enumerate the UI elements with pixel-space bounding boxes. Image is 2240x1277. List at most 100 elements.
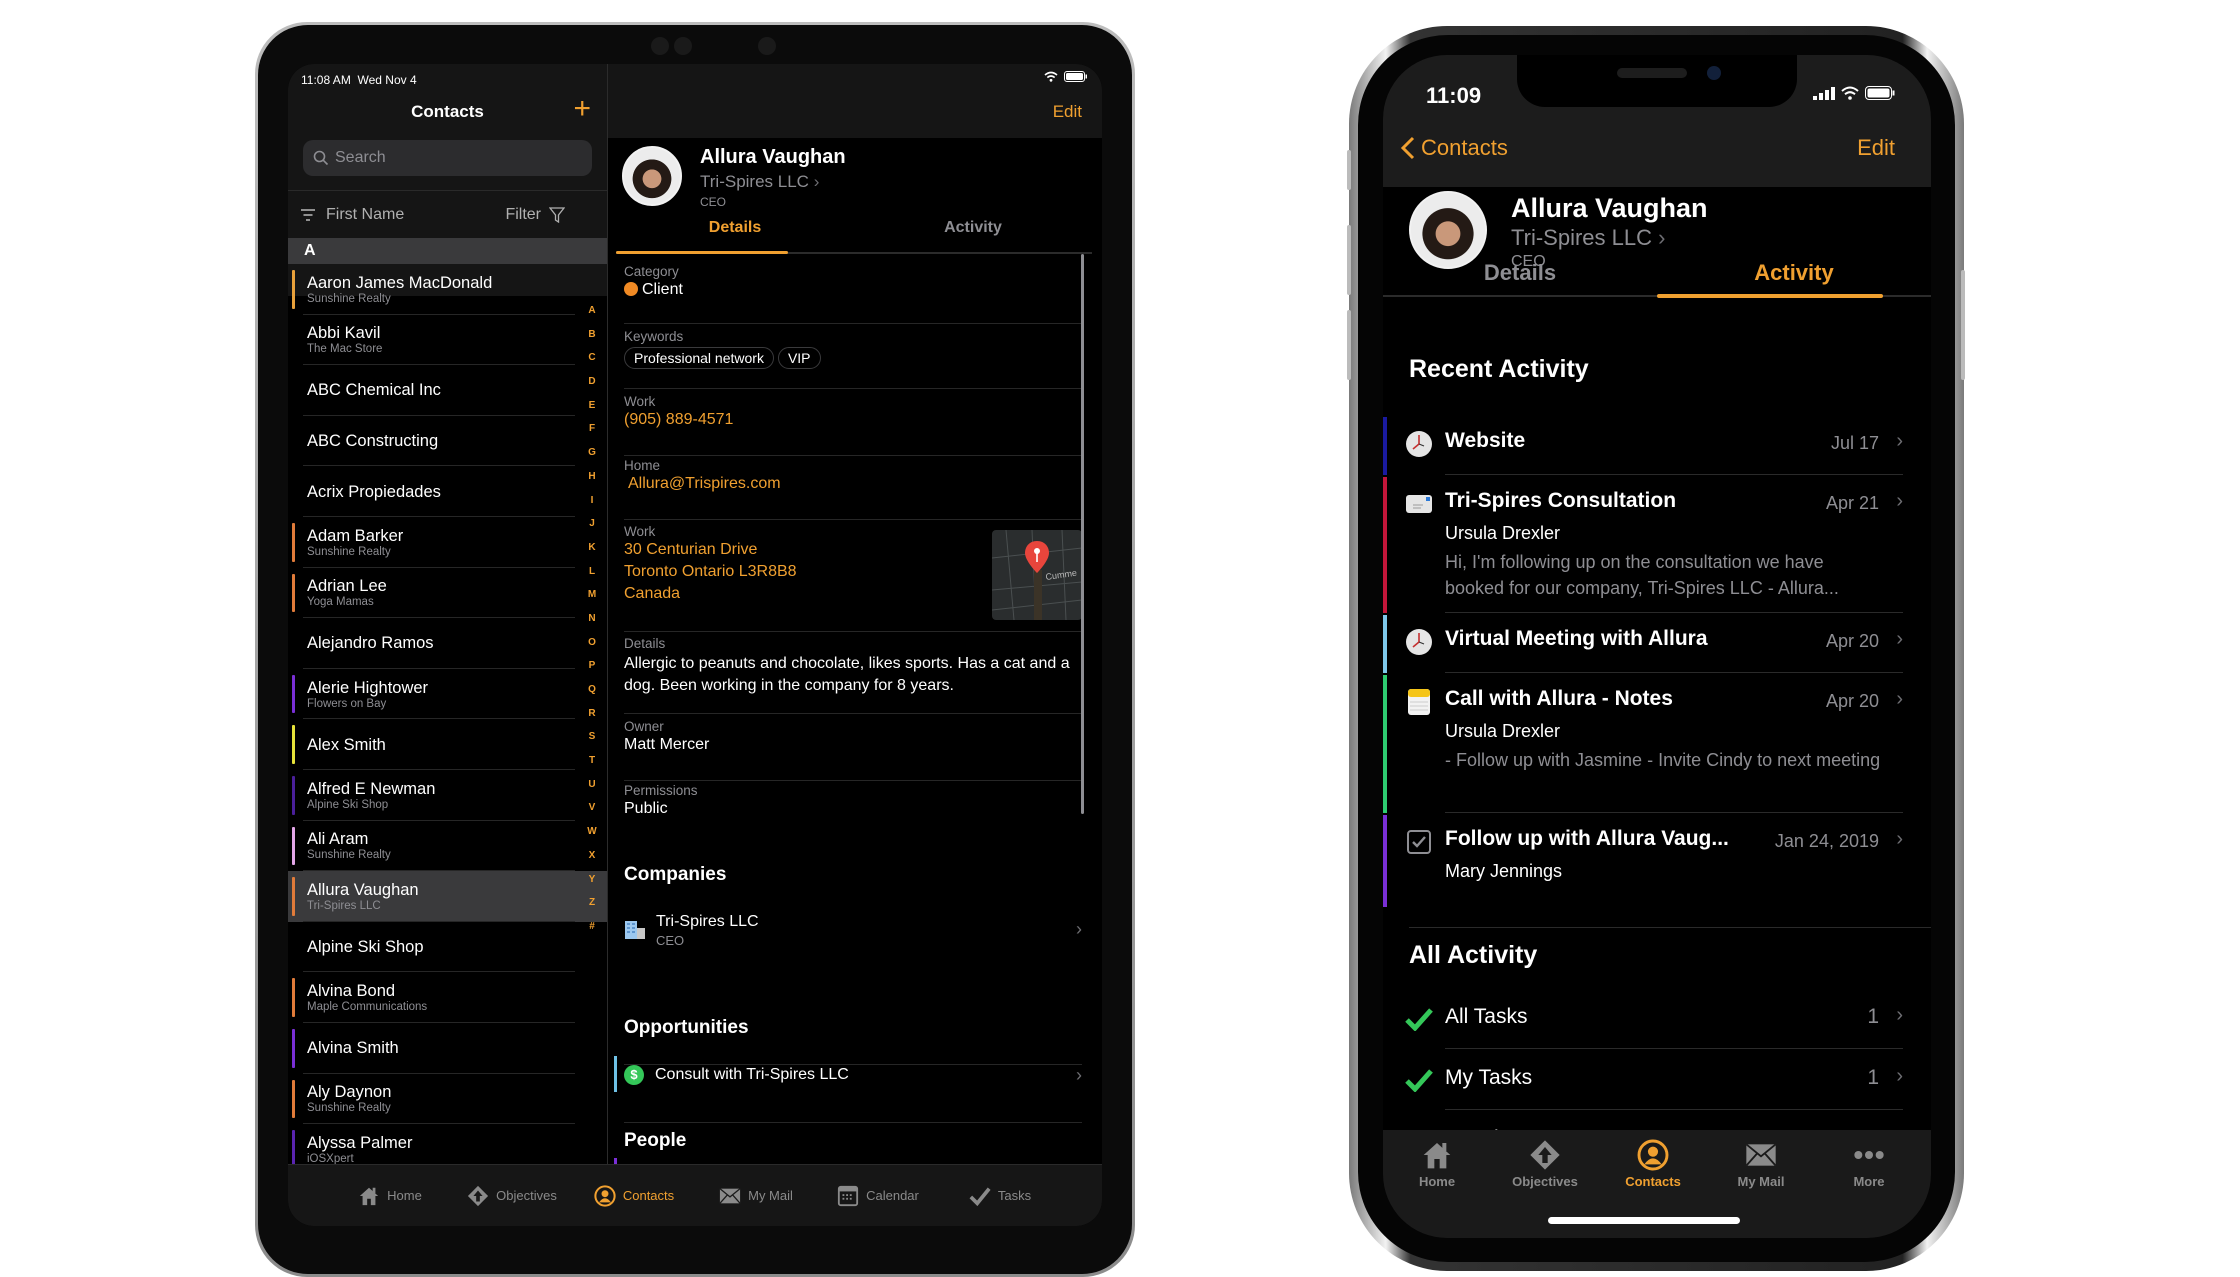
tab-more[interactable]: More <box>1815 1138 1923 1189</box>
email-link[interactable]: Allura@Trispires.com <box>624 473 1082 495</box>
search-input[interactable] <box>335 149 575 167</box>
calendar-icon <box>837 1185 859 1207</box>
index-letter[interactable]: P <box>589 654 596 678</box>
opportunity-name: Consult with Tri-Spires LLC <box>655 1066 849 1083</box>
activity-item[interactable]: Tri-Spires Consultation Apr 21 › Ursula D… <box>1383 477 1903 613</box>
scrollbar[interactable] <box>1081 254 1084 814</box>
tab-details[interactable]: Details <box>616 219 854 237</box>
contact-list-item[interactable]: Alpine Ski Shop <box>288 922 607 973</box>
index-letter[interactable]: F <box>589 417 595 441</box>
filter-button[interactable]: Filter <box>505 206 565 224</box>
alphabet-index[interactable]: A B C D E F G H I J K L M N O P Q R S T U V W X Y Z # <box>585 299 599 939</box>
back-button[interactable]: Contacts <box>1401 135 1508 161</box>
contact-list-item[interactable]: Alejandro Ramos <box>288 618 607 669</box>
contact-list-item[interactable]: Adrian Lee Yoga Mamas <box>288 568 607 619</box>
contact-list-item[interactable]: Abbi Kavil The Mac Store <box>288 315 607 366</box>
edit-button[interactable]: Edit <box>1857 135 1895 161</box>
contact-list-item[interactable]: Aly Daynon Sunshine Realty <box>288 1074 607 1125</box>
contact-list-item[interactable]: Alerie Hightower Flowers on Bay <box>288 669 607 720</box>
index-letter[interactable]: D <box>588 370 595 394</box>
contact-list-item[interactable]: ABC Constructing <box>288 416 607 467</box>
search-field[interactable] <box>303 140 592 176</box>
company-link[interactable]: Tri-Spires LLC › <box>700 172 819 192</box>
index-letter[interactable]: I <box>591 489 594 513</box>
add-contact-button[interactable]: + <box>573 94 591 124</box>
wifi-icon <box>1841 86 1859 100</box>
tab-my-mail[interactable]: My Mail <box>1707 1138 1815 1189</box>
activity-summary-row[interactable]: My Tasks 1 › <box>1383 1050 1903 1110</box>
tab-my-mail[interactable]: My Mail <box>695 1165 817 1226</box>
index-letter[interactable]: Z <box>589 891 595 915</box>
index-letter[interactable]: R <box>588 702 595 726</box>
index-letter[interactable]: A <box>588 299 595 323</box>
index-letter[interactable]: S <box>589 725 596 749</box>
sort-icon <box>301 208 315 221</box>
index-letter[interactable]: L <box>589 560 595 584</box>
tab-calendar[interactable]: Calendar <box>817 1165 939 1226</box>
index-letter[interactable]: # <box>589 915 595 939</box>
contact-list-item[interactable]: Ali Aram Sunshine Realty <box>288 821 607 872</box>
contact-color-bar <box>292 1079 295 1119</box>
category-label: Category <box>624 264 679 279</box>
contact-list-item[interactable]: Adam Barker Sunshine Realty <box>288 517 607 568</box>
contact-list-item[interactable]: Allura Vaughan Tri-Spires LLC <box>288 871 607 922</box>
index-letter[interactable]: H <box>588 465 595 489</box>
tab-activity[interactable]: Activity <box>1657 260 1931 286</box>
contact-list-item[interactable]: Alfred E Newman Alpine Ski Shop <box>288 770 607 821</box>
phone-link[interactable]: (905) 889-4571 <box>624 409 1082 431</box>
activity-item[interactable]: Follow up with Allura Vaug... Jan 24, 20… <box>1383 815 1903 907</box>
tab-details[interactable]: Details <box>1383 260 1657 286</box>
contact-color-bar <box>292 573 295 613</box>
index-letter[interactable]: U <box>588 773 595 797</box>
tab-home[interactable]: Home <box>329 1165 451 1226</box>
contact-list-item[interactable]: Alvina Bond Maple Communications <box>288 972 607 1023</box>
contact-company: Sunshine Realty <box>307 1102 391 1115</box>
index-letter[interactable]: J <box>589 512 595 536</box>
index-letter[interactable]: N <box>588 607 595 631</box>
index-letter[interactable]: Y <box>589 868 596 892</box>
index-letter[interactable]: Q <box>588 678 596 702</box>
keyword-chip[interactable]: Professional network <box>624 347 774 369</box>
tab-objectives[interactable]: Objectives <box>1491 1138 1599 1189</box>
map-thumbnail[interactable]: Cumme <box>992 530 1082 620</box>
index-letter[interactable]: B <box>588 323 595 347</box>
email-label: Home <box>624 458 661 473</box>
keywords-chips: Professional network VIP <box>624 347 1082 369</box>
home-indicator[interactable] <box>1548 1217 1740 1224</box>
contacts-list-pane: 11:08 AM Wed Nov 4 Contacts + First Name… <box>288 64 608 1226</box>
index-letter[interactable]: K <box>588 536 595 560</box>
index-letter[interactable]: T <box>589 749 595 773</box>
contact-list-item[interactable]: Alvina Smith <box>288 1023 607 1074</box>
search-icon <box>313 150 329 166</box>
status-icons <box>1813 86 1895 100</box>
index-letter[interactable]: X <box>589 844 596 868</box>
keyword-chip[interactable]: VIP <box>777 347 821 369</box>
index-letter[interactable]: V <box>589 796 596 820</box>
index-letter[interactable]: G <box>588 441 596 465</box>
activity-item[interactable]: Website Jul 17 › <box>1383 417 1903 475</box>
tab-contacts[interactable]: Contacts <box>1599 1138 1707 1189</box>
tab-objectives[interactable]: Objectives <box>451 1165 573 1226</box>
chevron-right-icon: › <box>1076 918 1082 939</box>
index-letter[interactable]: M <box>588 583 596 607</box>
index-letter[interactable]: E <box>589 394 596 418</box>
contact-list-item[interactable]: Alex Smith <box>288 719 607 770</box>
sort-button[interactable]: First Name <box>300 206 404 224</box>
activity-summary-row[interactable]: All Tasks 1 › <box>1383 989 1903 1049</box>
contact-list-item[interactable]: Acrix Propiedades <box>288 466 607 517</box>
tab-activity[interactable]: Activity <box>854 219 1092 237</box>
company-row[interactable]: Tri-Spires LLC CEO › <box>624 904 1082 954</box>
opportunity-row[interactable]: $ Consult with Tri-Spires LLC › <box>624 1058 1082 1092</box>
activity-item[interactable]: Virtual Meeting with Allura Apr 20 › <box>1383 615 1903 673</box>
tab-home[interactable]: Home <box>1383 1138 1491 1189</box>
contact-list-item[interactable]: ABC Chemical Inc <box>288 365 607 416</box>
tab-contacts[interactable]: Contacts <box>573 1165 695 1226</box>
tab-tasks[interactable]: Tasks <box>939 1165 1061 1226</box>
index-letter[interactable]: C <box>588 346 595 370</box>
edit-button[interactable]: Edit <box>1053 102 1082 122</box>
contact-list-item[interactable]: Aaron James MacDonald Sunshine Realty <box>288 264 607 315</box>
activity-item[interactable]: Call with Allura - Notes Apr 20 › Ursula … <box>1383 675 1903 813</box>
index-letter[interactable]: W <box>587 820 596 844</box>
index-letter[interactable]: O <box>588 631 596 655</box>
status-date: Wed Nov 4 <box>357 73 417 87</box>
